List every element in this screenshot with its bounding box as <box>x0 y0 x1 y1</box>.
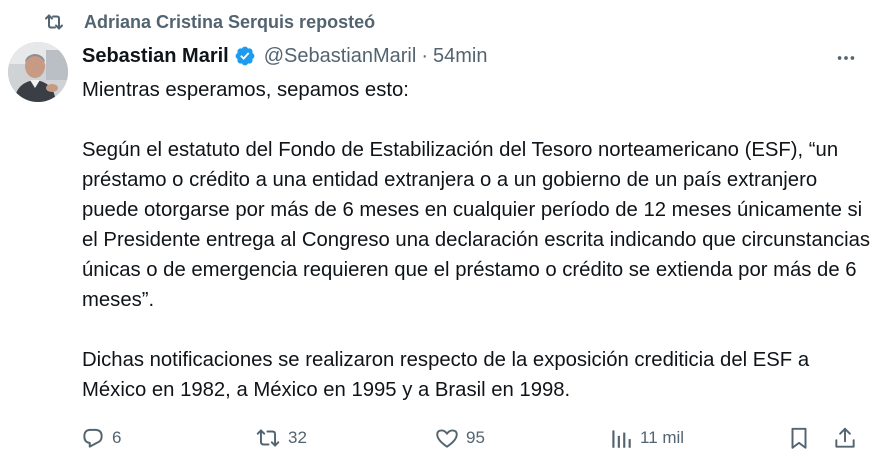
repost-button[interactable]: 32 <box>254 422 307 454</box>
reply-button[interactable]: 6 <box>80 422 121 454</box>
avatar[interactable] <box>8 42 68 102</box>
like-button[interactable]: 95 <box>434 422 485 454</box>
timestamp[interactable]: 54min <box>433 45 487 68</box>
heart-icon <box>436 429 458 448</box>
repost-count: 32 <box>288 428 307 447</box>
handle[interactable]: @SebastianMaril <box>264 45 417 68</box>
like-count: 95 <box>466 428 485 447</box>
tweet-paragraph: Según el estatuto del Fondo de Estabiliz… <box>82 139 871 311</box>
more-options-button[interactable] <box>832 44 860 72</box>
tweet-text: Mientras esperamos, sepamos esto: Según … <box>82 75 872 405</box>
share-icon <box>835 427 855 448</box>
repost-icon <box>42 10 66 34</box>
reply-icon <box>83 428 103 448</box>
tweet[interactable]: Adriana Cristina Serquis reposteó Sebast… <box>0 0 884 465</box>
more-dots-icon <box>837 56 855 60</box>
share-button[interactable] <box>832 422 858 454</box>
bookmark-button[interactable] <box>786 422 812 454</box>
verified-badge-icon[interactable] <box>234 45 256 67</box>
analytics-icon <box>612 430 631 448</box>
display-name[interactable]: Sebastian Maril <box>82 45 229 68</box>
tweet-paragraph: Dichas notificaciones se realizaron resp… <box>82 349 810 401</box>
separator-dot: · <box>421 44 428 67</box>
bookmark-icon <box>791 427 807 449</box>
views-count: 11 mil <box>640 428 685 447</box>
reply-count: 6 <box>112 428 122 447</box>
views-button[interactable]: 11 mil <box>608 422 684 454</box>
repost-context[interactable]: Adriana Cristina Serquis reposteó <box>42 8 375 36</box>
action-bar: 6 32 95 11 mil <box>80 422 870 454</box>
repost-label: Adriana Cristina Serquis reposteó <box>84 11 376 32</box>
repost-icon <box>256 429 280 447</box>
tweet-paragraph: Mientras esperamos, sepamos esto: <box>82 79 409 101</box>
tweet-header: Sebastian Maril @SebastianMaril · 54min <box>82 40 487 72</box>
